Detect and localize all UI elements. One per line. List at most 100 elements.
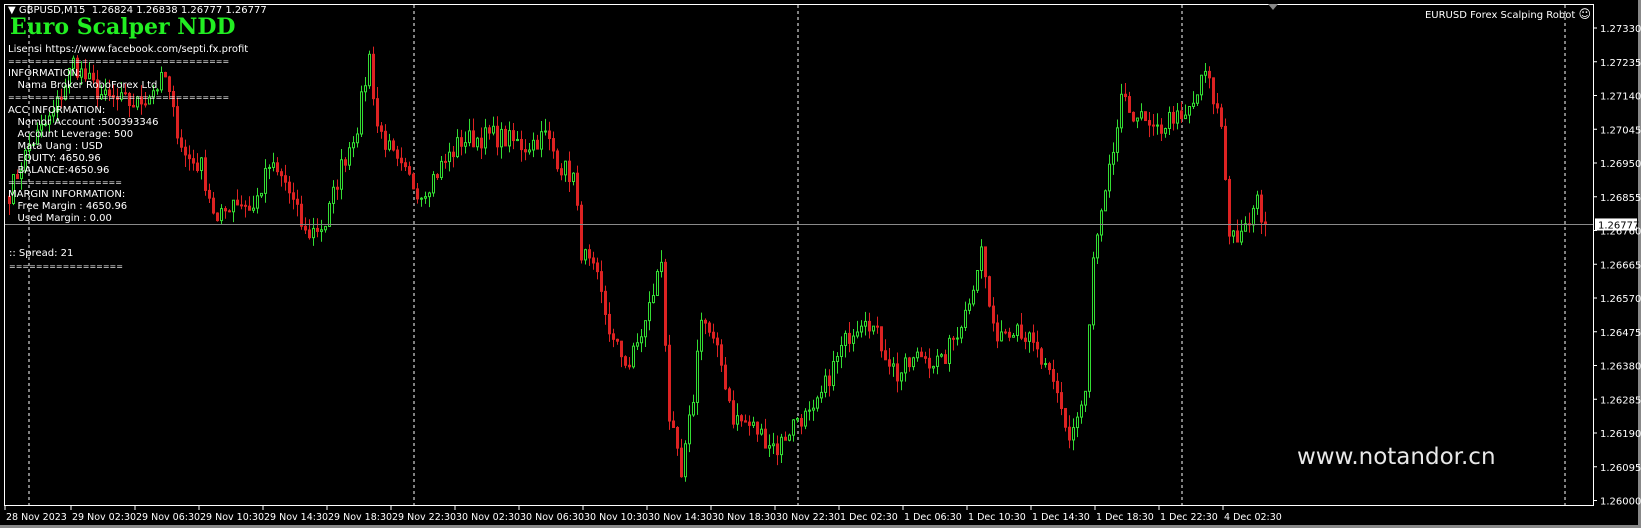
candle-body	[448, 151, 451, 163]
candle-body	[304, 225, 307, 231]
time-tick-label: 29 Nov 22:30	[392, 512, 456, 523]
candle-body	[836, 356, 839, 362]
candle-body	[564, 160, 567, 176]
candle-body	[244, 204, 247, 207]
candle-body	[744, 420, 747, 423]
candle-body	[1028, 332, 1031, 342]
ea-info-line: BALANCE:4650.96	[8, 165, 110, 176]
candle-body	[1076, 416, 1079, 429]
candle-body	[708, 322, 711, 333]
candle-body	[676, 427, 679, 449]
candle-body	[416, 188, 419, 200]
price-tick-label: 1.26665	[1600, 260, 1641, 271]
candle-body	[392, 140, 395, 151]
candle-body	[636, 342, 639, 347]
price-tick-label: 1.26190	[1600, 429, 1641, 440]
candle-body	[1228, 178, 1231, 237]
candle-body	[1256, 194, 1259, 209]
candle-body	[608, 313, 611, 335]
watermark: www.notandor.cn	[1297, 444, 1496, 470]
candle-body	[368, 53, 371, 87]
price-tick-label: 1.27330	[1600, 24, 1641, 35]
candle-body	[312, 227, 315, 239]
candle-body	[720, 344, 723, 366]
candle-body	[800, 418, 803, 427]
time-tick-label: 29 Nov 18:30	[328, 512, 392, 523]
candle-body	[1032, 332, 1035, 343]
candle-body	[1024, 337, 1027, 342]
candle-body	[604, 290, 607, 315]
ea-info-line: Used Margin : 0.00	[8, 213, 112, 225]
candle-body	[296, 198, 299, 205]
candle-body	[768, 445, 771, 449]
candle-body	[812, 407, 815, 411]
candle-body	[776, 443, 779, 456]
candle-body	[288, 181, 291, 194]
candle-body	[756, 421, 759, 435]
candle-body	[972, 289, 975, 305]
candle-body	[624, 356, 627, 366]
candle	[556, 148, 559, 172]
candle-body	[1108, 163, 1111, 192]
candle-body	[964, 309, 967, 328]
candle-body	[916, 351, 919, 359]
time-tick-label: 30 Nov 06:30	[520, 512, 584, 523]
candle-body	[872, 325, 875, 332]
time-tick-label: 4 Dec 02:30	[1224, 512, 1282, 523]
candle-body	[240, 204, 243, 207]
candle-body	[980, 246, 983, 272]
candle-body	[848, 332, 851, 344]
time-tick-label: 1 Dec 10:30	[968, 512, 1026, 523]
candle	[360, 85, 363, 138]
expert-advisor-label[interactable]: EURUSD Forex Scalping Robot ☺	[1425, 7, 1591, 21]
ea-name: EURUSD Forex Scalping Robot	[1424, 10, 1576, 21]
candle-body	[736, 415, 739, 425]
candle-body	[1044, 363, 1047, 366]
ea-info-line: Mata Uang : USD	[8, 140, 103, 152]
ea-info-line: =================	[8, 178, 122, 188]
candle-body	[936, 355, 939, 367]
candle-body	[852, 335, 855, 344]
candle-body	[292, 192, 295, 200]
candle	[412, 172, 415, 190]
candle-body	[740, 415, 743, 422]
candle-body	[820, 391, 823, 399]
candle-body	[804, 410, 807, 427]
candle-body	[1128, 96, 1131, 113]
candle-body	[216, 212, 219, 222]
candle-body	[84, 68, 87, 80]
candle-body	[276, 162, 279, 173]
time-tick-label: 1 Dec 14:30	[1032, 512, 1090, 523]
candle-body	[88, 72, 91, 80]
candle-body	[1000, 331, 1003, 342]
candle-body	[1140, 111, 1143, 119]
candle-body	[512, 130, 515, 142]
candle	[632, 342, 635, 369]
candle-body	[1200, 74, 1203, 96]
candle-body	[892, 363, 895, 367]
candle	[328, 201, 331, 227]
candle-body	[372, 53, 375, 100]
price-axis[interactable]: 1.27330 1.27235 1.27140 1.27045 1.26950 1.268…	[1593, 24, 1641, 508]
candle	[1228, 175, 1231, 245]
candle-body	[1172, 111, 1175, 124]
chart-shift-marker-icon[interactable]	[1268, 4, 1278, 10]
price-tick-label: 1.27235	[1600, 58, 1641, 69]
candle-body	[924, 356, 927, 359]
candle-body	[572, 172, 575, 183]
candle-body	[692, 401, 695, 416]
candle-body	[1192, 102, 1195, 108]
time-tick-label: 29 Nov 14:30	[264, 512, 328, 523]
candle	[1092, 251, 1095, 330]
candle-body	[884, 350, 887, 361]
price-tick-label: 1.26855	[1600, 193, 1641, 204]
candle-body	[576, 172, 579, 206]
candle-body	[580, 204, 583, 261]
candle-body	[552, 138, 555, 152]
price-tick-label: 1.26000	[1600, 497, 1641, 508]
price-tick-label: 1.26570	[1600, 294, 1641, 305]
candle	[728, 386, 731, 404]
candle-body	[1088, 324, 1091, 392]
candle-body	[888, 359, 891, 367]
candle-body	[248, 205, 251, 211]
